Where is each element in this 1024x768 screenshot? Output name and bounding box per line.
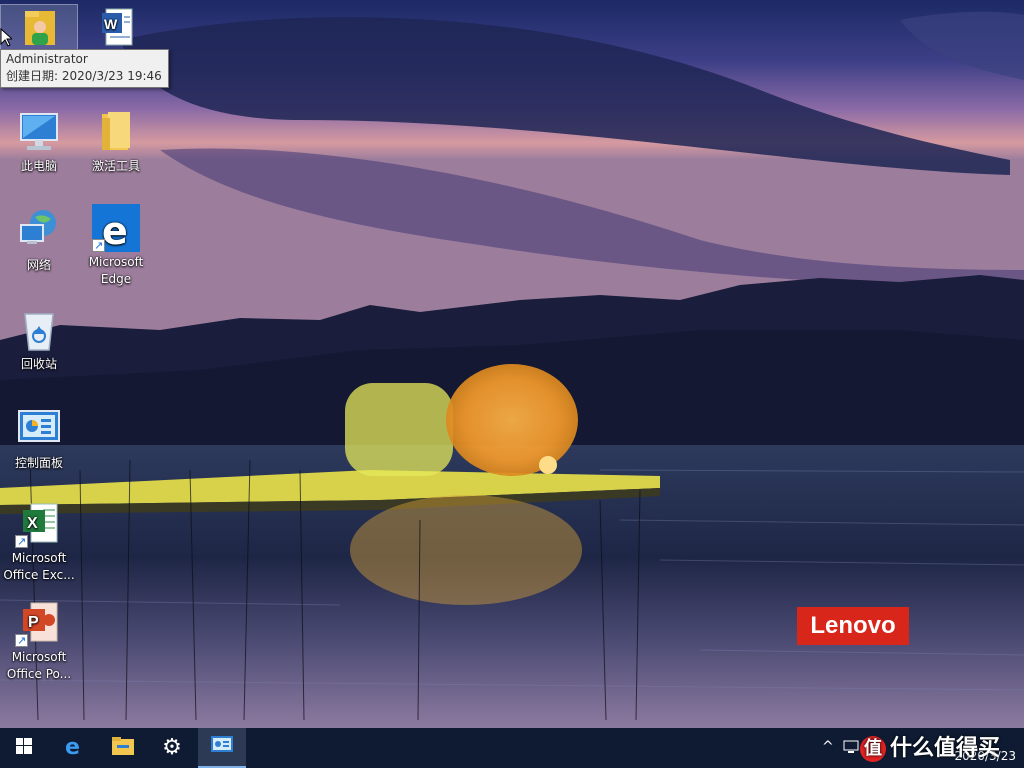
desktop-icon-network[interactable]: 网络: [1, 207, 77, 274]
taskbar-file-explorer-button[interactable]: [99, 728, 147, 768]
mouse-cursor-icon: [0, 27, 14, 52]
svg-text:e: e: [65, 735, 80, 757]
svg-text:e: e: [102, 209, 128, 252]
network-status-icon: [842, 740, 860, 757]
start-button[interactable]: [0, 728, 48, 768]
desktop-icon-recycle-bin[interactable]: 回收站: [1, 306, 77, 373]
taskbar-edge-button[interactable]: e: [50, 728, 98, 768]
tray-overflow-button[interactable]: ^: [820, 728, 836, 768]
shortcut-arrow-icon: [15, 632, 28, 649]
watermark: 值什么值得买: [860, 730, 1000, 762]
shortcut-arrow-icon: [15, 533, 28, 550]
edge-icon: e: [63, 735, 85, 761]
desktop-icon-control-panel[interactable]: 控制面板: [1, 405, 77, 472]
desktop-icon-word-document[interactable]: W: [78, 5, 154, 55]
settings-gear-icon: ⚙: [162, 735, 182, 760]
watermark-text: 什么值得买: [890, 736, 1001, 761]
taskbar-control-panel-button[interactable]: [198, 728, 246, 768]
desktop-icon-label: 此电脑: [20, 159, 57, 173]
svg-text:P: P: [28, 614, 39, 631]
desktop-icon-label: Microsoft Edge: [88, 255, 144, 286]
folder-icon: [92, 108, 140, 156]
desktop-icon-label: Microsoft Office Po...: [6, 650, 72, 681]
chevron-up-icon: ^: [822, 739, 834, 755]
control-panel-icon: [210, 735, 234, 759]
desktop-icon-label: 回收站: [20, 357, 57, 371]
tooltip-title: Administrator: [6, 52, 88, 66]
desktop-icon-this-pc[interactable]: 此电脑: [1, 108, 77, 175]
icon-tooltip: Administrator 创建日期: 2020/3/23 19:46: [0, 49, 169, 88]
powerpoint-icon: P: [15, 599, 63, 649]
word-document-icon: W: [92, 5, 140, 53]
lenovo-logo: Lenovo: [797, 607, 909, 645]
edge-icon: e: [92, 204, 140, 254]
network-icon: [15, 207, 63, 255]
user-folder-icon: [15, 5, 63, 53]
desktop-icon-powerpoint[interactable]: P Microsoft Office Po...: [1, 599, 77, 683]
desktop-icon-label: 激活工具: [91, 159, 140, 173]
file-explorer-icon: [111, 736, 135, 760]
svg-text:X: X: [27, 515, 38, 532]
excel-icon: X: [15, 500, 63, 550]
tooltip-created-date: 创建日期: 2020/3/23 19:46: [6, 69, 162, 83]
desktop-icon-label: 网络: [26, 258, 51, 272]
desktop-icon-label: 控制面板: [14, 456, 63, 470]
recycle-bin-icon: [15, 306, 63, 354]
desktop-icon-activation-tools[interactable]: 激活工具: [78, 108, 154, 175]
desktop-icon-microsoft-edge[interactable]: e Microsoft Edge: [78, 204, 154, 288]
shortcut-arrow-icon: [92, 237, 105, 254]
svg-text:W: W: [104, 16, 118, 32]
taskbar-settings-button[interactable]: ⚙: [148, 728, 196, 768]
desktop-icon-label: Microsoft Office Exc...: [3, 551, 75, 582]
computer-icon: [15, 108, 63, 156]
desktop-icon-excel[interactable]: X Microsoft Office Exc...: [1, 500, 77, 584]
control-panel-icon: [15, 405, 63, 453]
watermark-badge-icon: 值: [860, 736, 886, 762]
desktop-icon-user-folder[interactable]: [0, 4, 78, 50]
windows-start-icon: [16, 738, 32, 758]
